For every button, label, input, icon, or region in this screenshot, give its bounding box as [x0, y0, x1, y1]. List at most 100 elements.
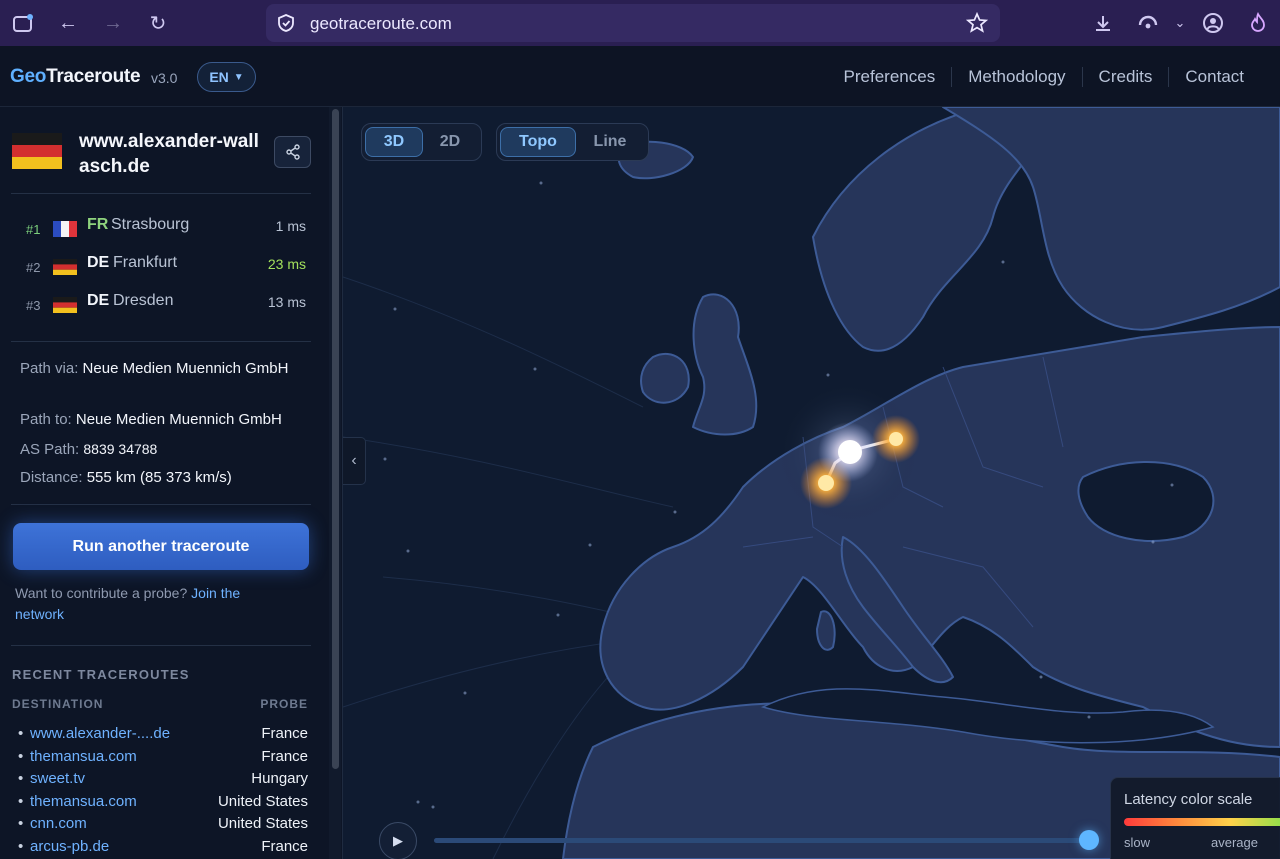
latency-color-bar [1124, 818, 1280, 826]
logo[interactable]: GeoTraceroute [10, 66, 141, 88]
nav-preferences[interactable]: Preferences [828, 67, 952, 87]
distance-value: 555 km (85 373 km/s) [86, 469, 232, 486]
as-path-label: AS Path: [20, 441, 80, 458]
as-path-info: AS Path: 8839 34788 [20, 438, 310, 461]
style-line-button[interactable]: Line [576, 127, 644, 157]
hop-row[interactable]: #2 DE Frankfurt 23 ms [26, 253, 306, 277]
sidebar-toggle-icon[interactable] [9, 9, 37, 37]
distance-label: Distance: [20, 469, 83, 486]
nav-contact[interactable]: Contact [1168, 67, 1260, 87]
legend-average-label: average [1211, 835, 1258, 850]
germany-flag-icon [12, 133, 62, 169]
timeline-fill [434, 838, 1089, 843]
version-label: v3.0 [151, 70, 178, 86]
path-via-label: Path via: [20, 360, 79, 377]
play-button[interactable]: ▶ [379, 822, 417, 859]
download-icon[interactable] [1089, 9, 1117, 37]
timeline-track[interactable] [434, 838, 1089, 843]
legend-slow-label: slow [1124, 835, 1151, 850]
recent-row[interactable]: • cnn.com United States [18, 815, 308, 837]
sidebar-scroll-thumb[interactable] [332, 109, 339, 769]
path-via-info: Path via: Neue Medien Muennich GmbH [20, 358, 310, 380]
destination-hostname: www.alexander-wallasch.de [79, 131, 259, 177]
share-button[interactable] [274, 136, 311, 168]
bullet: • [18, 838, 24, 855]
contribute-prompt: Want to contribute a probe? [15, 585, 188, 601]
map-viewport[interactable]: 3D 2D Topo Line ‹ ▶ Latency color scale … [343, 107, 1280, 859]
url-text: geotraceroute.com [310, 14, 452, 33]
latency-legend: Latency color scale slow average [1110, 777, 1280, 859]
hop-city: Frankfurt [113, 254, 178, 271]
recent-probe: Hungary [251, 770, 308, 787]
chevron-left-icon: ‹ [351, 452, 357, 469]
collapse-sidebar-button[interactable]: ‹ [343, 437, 366, 485]
recent-destination-link[interactable]: themansua.com [30, 748, 137, 765]
hop-city: Strasbourg [111, 216, 190, 233]
hop-row[interactable]: #1 FR Strasbourg 1 ms [26, 215, 306, 239]
europe-map[interactable] [343, 107, 1280, 859]
vpn-icon[interactable] [1134, 9, 1162, 37]
recent-probe: France [261, 838, 308, 855]
path-to-label: Path to: [20, 411, 72, 428]
hop-latency: 1 ms [275, 218, 306, 234]
bookmark-star-icon[interactable] [966, 12, 988, 34]
hop-country-code: FR [87, 216, 109, 233]
chevron-down-icon[interactable]: ⌄ [1166, 9, 1194, 37]
recent-row[interactable]: • themansua.com France [18, 748, 308, 770]
legend-title: Latency color scale [1124, 791, 1253, 808]
recent-probe: France [261, 725, 308, 742]
view-2d-button[interactable]: 2D [423, 127, 477, 157]
recent-destination-link[interactable]: arcus-pb.de [30, 838, 109, 855]
divider [11, 645, 311, 646]
share-icon [285, 144, 300, 160]
shield-icon [278, 14, 294, 32]
probe-column-header: PROBE [260, 697, 308, 711]
back-icon[interactable]: ← [54, 9, 82, 37]
results-sidebar: www.alexander-wallasch.de #1 FR Strasbou… [0, 107, 343, 859]
destination-column-header: DESTINATION [12, 697, 104, 711]
contribute-text: Want to contribute a probe? Join the net… [15, 583, 285, 625]
recent-destination-link[interactable]: cnn.com [30, 815, 87, 832]
recent-destination-link[interactable]: sweet.tv [30, 770, 85, 787]
recent-row[interactable]: • sweet.tv Hungary [18, 770, 308, 792]
as-path-value: 8839 34788 [83, 441, 158, 457]
view-3d-button[interactable]: 3D [365, 127, 423, 157]
hop-latency: 13 ms [267, 294, 306, 310]
recent-row[interactable]: • www.alexander-....de France [18, 725, 308, 747]
account-icon[interactable] [1199, 9, 1227, 37]
nav-methodology[interactable]: Methodology [951, 67, 1081, 87]
recent-probe: United States [217, 793, 308, 810]
recent-probe: France [261, 748, 308, 765]
run-another-traceroute-button[interactable]: Run another traceroute [13, 523, 309, 570]
hop-country-code: DE [87, 292, 110, 309]
style-topo-button[interactable]: Topo [500, 127, 576, 157]
reload-icon[interactable]: ↻ [144, 9, 172, 37]
hop-index: #1 [26, 222, 41, 237]
recent-row[interactable]: • themansua.com United States [18, 793, 308, 815]
recent-destination-link[interactable]: themansua.com [30, 793, 137, 810]
bullet: • [18, 793, 24, 810]
language-selector[interactable]: EN ▼ [197, 62, 256, 92]
forward-icon[interactable]: → [99, 9, 127, 37]
distance-info: Distance: 555 km (85 373 km/s) [20, 467, 310, 489]
bullet: • [18, 725, 24, 742]
divider [11, 504, 311, 505]
flame-icon[interactable] [1244, 9, 1272, 37]
address-bar[interactable]: geotraceroute.com [266, 4, 1000, 42]
hop-index: #3 [26, 298, 41, 313]
language-label: EN [209, 69, 229, 85]
timeline-knob[interactable] [1079, 830, 1099, 850]
recent-destination-link[interactable]: www.alexander-....de [30, 725, 170, 742]
bullet: • [18, 815, 24, 832]
germany-flag-icon [53, 297, 77, 313]
main-nav: Preferences Methodology Credits Contact [828, 67, 1260, 87]
bullet: • [18, 770, 24, 787]
nav-credits[interactable]: Credits [1081, 67, 1169, 87]
caret-down-icon: ▼ [233, 71, 244, 83]
path-to-info: Path to: Neue Medien Muennich GmbH [20, 409, 310, 431]
hop-latency: 23 ms [267, 256, 306, 272]
hop-row[interactable]: #3 DE Dresden 13 ms [26, 291, 306, 315]
hop-index: #2 [26, 260, 41, 275]
recent-row[interactable]: • arcus-pb.de France [18, 838, 308, 859]
hop-city: Dresden [113, 292, 174, 309]
